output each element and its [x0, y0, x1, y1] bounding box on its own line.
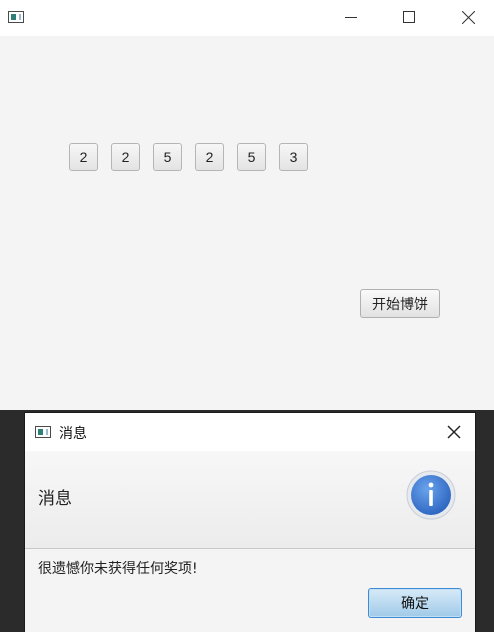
dialog-title: 消息	[59, 426, 87, 442]
main-window: 2 2 5 2 5 3 开始博饼	[0, 0, 494, 410]
info-icon	[406, 470, 456, 520]
maximize-icon	[403, 11, 415, 23]
maximize-button[interactable]	[386, 0, 432, 34]
die-1[interactable]: 2	[69, 143, 98, 171]
die-3[interactable]: 5	[153, 143, 182, 171]
app-icon	[8, 11, 24, 23]
dialog-close-icon[interactable]	[445, 423, 463, 441]
main-titlebar	[0, 0, 494, 36]
close-icon	[461, 10, 475, 24]
minimize-icon	[345, 17, 357, 18]
dialog-header: 消息	[25, 451, 475, 549]
dialog-message: 很遗憾你未获得任何奖项!	[38, 561, 198, 577]
dialog-app-icon	[35, 426, 51, 438]
close-button[interactable]	[445, 0, 491, 34]
die-4[interactable]: 2	[195, 143, 224, 171]
dialog-titlebar: 消息	[25, 413, 475, 451]
dialog-header-text: 消息	[38, 489, 72, 509]
start-button[interactable]: 开始博饼	[360, 289, 440, 318]
die-5[interactable]: 5	[237, 143, 266, 171]
die-6[interactable]: 3	[279, 143, 308, 171]
minimize-button[interactable]	[328, 0, 374, 34]
message-dialog: 消息 消息 很遗憾你未获得任何奖项! 确定	[25, 413, 475, 632]
die-2[interactable]: 2	[111, 143, 140, 171]
ok-button[interactable]: 确定	[368, 588, 462, 618]
